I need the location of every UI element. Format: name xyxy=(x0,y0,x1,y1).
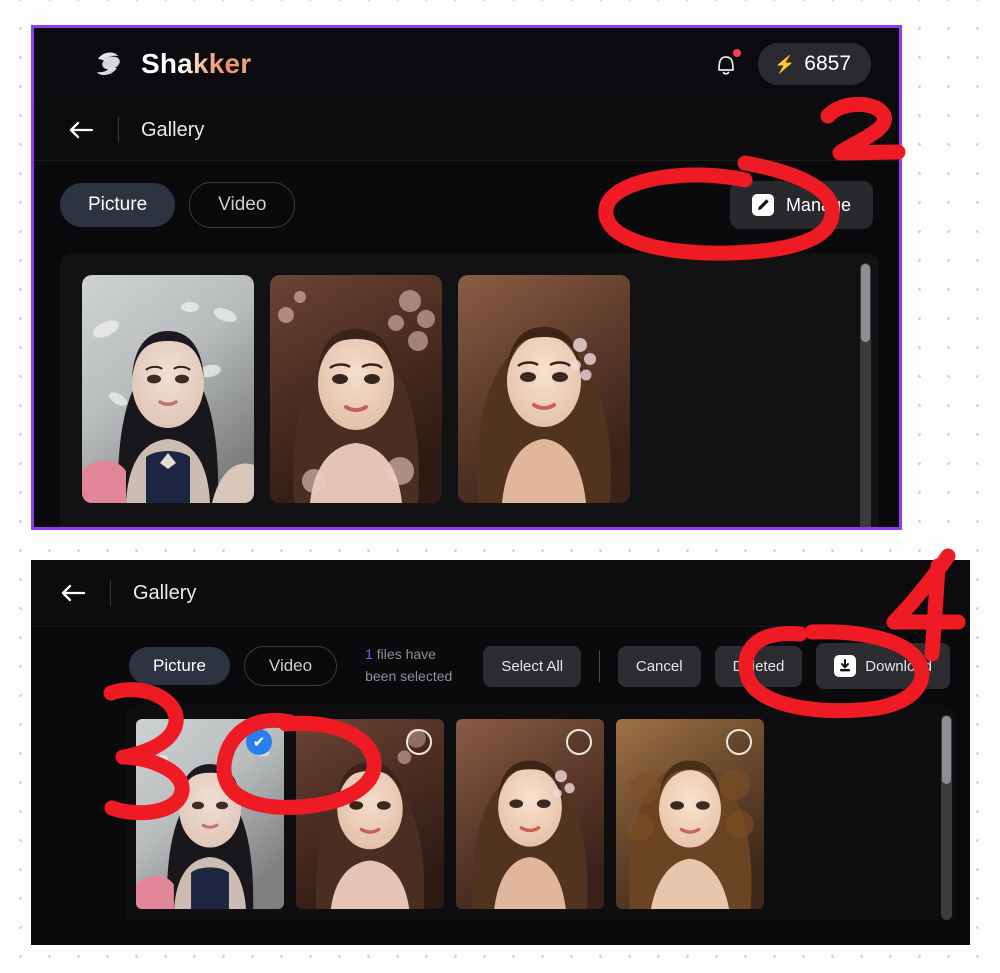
screenshot-panel-top: Shakker ⚡ 6857 Gallery Picture Video Man… xyxy=(31,25,902,530)
thumbnail-checkbox-unselected[interactable] xyxy=(406,729,432,755)
gallery-thumbnail-2[interactable] xyxy=(296,719,444,909)
gallery-sub-header-bottom: Gallery xyxy=(31,560,970,627)
thumbnail-row-top xyxy=(60,253,879,503)
manage-button[interactable]: Manage xyxy=(729,181,873,229)
tab-picture[interactable]: Picture xyxy=(60,183,176,227)
page-title: Gallery xyxy=(141,118,205,141)
app-header: Shakker ⚡ 6857 xyxy=(34,28,899,100)
deleted-button[interactable]: Deleted xyxy=(714,645,803,687)
gallery-scrollbar-bottom[interactable] xyxy=(941,715,952,920)
gallery-thumbnail-4[interactable] xyxy=(616,719,764,909)
thumbnail-row-bottom: ✔ xyxy=(126,705,956,909)
toolbar-separator xyxy=(599,650,600,682)
page-title: Gallery xyxy=(133,581,197,604)
credits-value: 6857 xyxy=(804,52,851,75)
thumbnail-checkbox-unselected[interactable] xyxy=(726,729,752,755)
gallery-thumbnail-2[interactable] xyxy=(270,275,442,503)
gallery-sub-header-top: Gallery xyxy=(34,100,899,161)
selection-status: 1 files have been selected xyxy=(365,644,469,687)
download-button-label: Download xyxy=(865,657,932,675)
back-arrow-icon[interactable] xyxy=(64,117,98,143)
gallery-scrollbar-top[interactable] xyxy=(860,263,871,527)
tab-picture[interactable]: Picture xyxy=(129,647,230,685)
gallery-toolbar-top: Picture Video Manage xyxy=(34,161,899,243)
lightning-bolt-icon: ⚡ xyxy=(774,54,796,74)
tab-video[interactable]: Video xyxy=(243,646,338,686)
header-right: ⚡ 6857 xyxy=(712,43,871,85)
gallery-thumbnail-3[interactable] xyxy=(458,275,630,503)
gallery-thumbnail-3[interactable] xyxy=(456,719,604,909)
download-icon xyxy=(834,655,857,677)
credits-pill[interactable]: ⚡ 6857 xyxy=(758,43,871,85)
tab-video[interactable]: Video xyxy=(189,182,296,228)
gallery-thumbnail-1[interactable] xyxy=(82,275,254,503)
shakker-logo-icon xyxy=(89,48,127,80)
back-arrow-icon[interactable] xyxy=(56,580,90,606)
brand-name: Shakker xyxy=(141,48,252,79)
selection-count: 1 xyxy=(365,646,373,663)
cancel-button[interactable]: Cancel xyxy=(617,645,701,687)
brand: Shakker xyxy=(89,48,251,80)
thumbnail-checkbox-selected[interactable]: ✔ xyxy=(246,729,272,755)
thumbnail-checkbox-unselected[interactable] xyxy=(566,729,592,755)
scrollbar-thumb[interactable] xyxy=(942,716,951,784)
scrollbar-thumb[interactable] xyxy=(861,264,870,342)
screenshot-panel-bottom: Gallery Picture Video 1 files have been … xyxy=(31,560,970,945)
header-divider xyxy=(110,580,111,606)
download-button[interactable]: Download xyxy=(816,643,950,689)
gallery-grid-bottom: ✔ xyxy=(126,705,956,920)
gallery-toolbar-bottom: Picture Video 1 files have been selected… xyxy=(31,627,970,699)
gallery-thumbnail-1[interactable]: ✔ xyxy=(136,719,284,909)
gallery-grid-top xyxy=(60,253,879,527)
header-divider xyxy=(118,117,119,143)
selection-status-text: files have been selected xyxy=(365,646,453,684)
manage-button-label: Manage xyxy=(785,194,851,215)
notification-bell-icon[interactable] xyxy=(712,49,742,79)
pencil-edit-icon xyxy=(751,194,774,216)
select-all-button[interactable]: Select All xyxy=(483,645,582,687)
